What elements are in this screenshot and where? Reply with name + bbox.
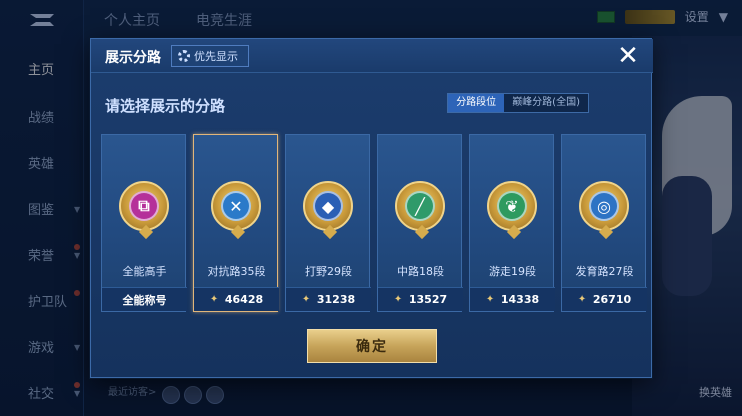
segment-control: 分路段位 巅峰分路(全国): [447, 93, 589, 113]
target-icon: ◎: [589, 191, 619, 221]
lane-card-roam[interactable]: ❦ 游走19段 ✦ 14338: [469, 134, 555, 312]
card-footer: ✦ 14338: [470, 287, 555, 311]
lane-card-all-round[interactable]: ⧉ 全能高手 全能称号: [101, 134, 187, 312]
score-icon: ✦: [209, 293, 219, 305]
tab-peak-lane[interactable]: 巅峰分路(全国): [504, 94, 588, 112]
score-icon: ✦: [577, 293, 587, 305]
card-footer: ✦ 46428: [194, 287, 279, 311]
lane-card-farm[interactable]: ◎ 发育路27段 ✦ 26710: [561, 134, 647, 312]
leaf-icon: ❦: [497, 191, 527, 221]
crossed-swords-icon: ✕: [221, 191, 251, 221]
lane-emblem: ◎: [579, 181, 629, 231]
score-icon: ✦: [393, 293, 403, 305]
lane-card-mid[interactable]: ╱ 中路18段 ✦ 13527: [377, 134, 463, 312]
confirm-button[interactable]: 确定: [307, 329, 437, 363]
wolf-icon: ◆: [313, 191, 343, 221]
card-footer: ✦ 26710: [562, 287, 647, 311]
wand-icon: ╱: [405, 191, 435, 221]
card-footer: 全能称号: [102, 287, 187, 311]
dialog-title: 展示分路: [105, 50, 161, 66]
dialog-subtitle: 请选择展示的分路: [105, 97, 226, 115]
close-icon[interactable]: ✕: [615, 43, 641, 69]
card-footer: ✦ 13527: [378, 287, 463, 311]
lane-card-jungle[interactable]: ◆ 打野29段 ✦ 31238: [285, 134, 371, 312]
lane-emblem: ✕: [211, 181, 261, 231]
score-icon: ✦: [485, 293, 495, 305]
tab-lane-rank[interactable]: 分路段位: [448, 94, 505, 112]
lane-card-clash[interactable]: ✕ 对抗路35段 ✦ 46428: [193, 134, 279, 312]
priority-display-label: 优先显示: [194, 50, 238, 63]
dialog-header: 展示分路 优先显示 ✕: [91, 39, 653, 73]
lane-emblem: ❦: [487, 181, 537, 231]
overlap-square-icon: ⧉: [129, 191, 159, 221]
card-footer: ✦ 31238: [286, 287, 371, 311]
lane-display-dialog: 展示分路 优先显示 ✕ 请选择展示的分路 分路段位 巅峰分路(全国) ⧉ 全能高…: [90, 38, 653, 378]
priority-display-button[interactable]: 优先显示: [171, 45, 249, 67]
gear-icon: [178, 50, 190, 62]
lane-cards: ⧉ 全能高手 全能称号 ✕ 对抗路35段 ✦ 46428 ◆ 打野29段 ✦ 3…: [101, 134, 647, 312]
lane-emblem: ◆: [303, 181, 353, 231]
score-icon: ✦: [301, 293, 311, 305]
lane-emblem: ⧉: [119, 181, 169, 231]
lane-emblem: ╱: [395, 181, 445, 231]
